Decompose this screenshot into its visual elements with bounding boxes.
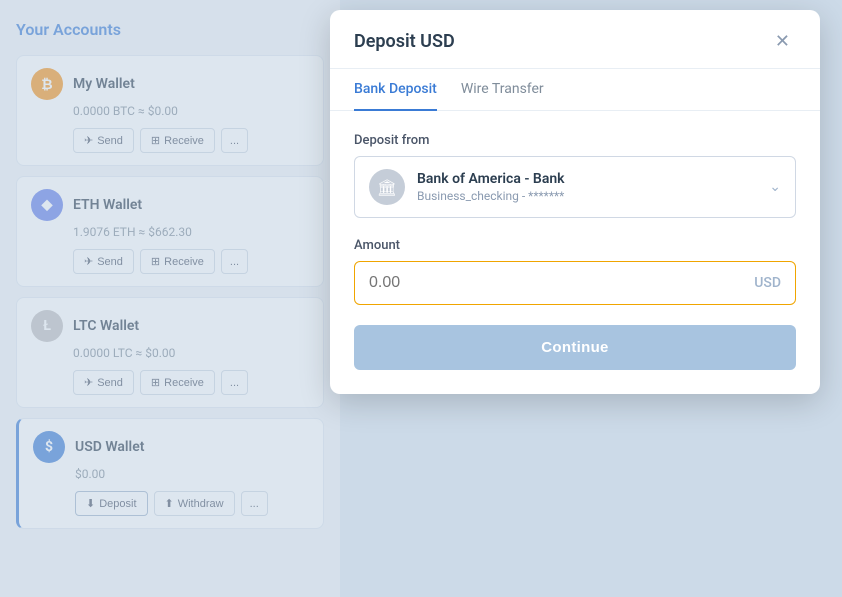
deposit-from-label: Deposit from [354, 133, 796, 148]
modal-close-button[interactable]: ✕ [769, 30, 796, 52]
amount-field-wrapper: USD [354, 261, 796, 305]
tab-wire-transfer[interactable]: Wire Transfer [461, 69, 544, 111]
bank-details: Bank of America - Bank Business_checking… [417, 171, 565, 203]
deposit-from-selector[interactable]: 🏛 Bank of America - Bank Business_checki… [354, 156, 796, 218]
bank-name: Bank of America - Bank [417, 171, 565, 187]
modal-tabs: Bank Deposit Wire Transfer [330, 69, 820, 111]
modal-body: Deposit from 🏛 Bank of America - Bank Bu… [330, 111, 820, 394]
amount-label: Amount [354, 238, 796, 253]
bank-icon: 🏛 [369, 169, 405, 205]
amount-currency: USD [754, 275, 781, 291]
chevron-updown-icon: ⌄ [769, 179, 781, 195]
tab-bank-deposit[interactable]: Bank Deposit [354, 69, 437, 111]
bank-info: 🏛 Bank of America - Bank Business_checki… [369, 169, 565, 205]
amount-input[interactable] [369, 274, 754, 292]
bank-sub: Business_checking - ******* [417, 189, 565, 203]
modal-header: Deposit USD ✕ [330, 10, 820, 69]
continue-button[interactable]: Continue [354, 325, 796, 370]
deposit-modal: Deposit USD ✕ Bank Deposit Wire Transfer… [330, 10, 820, 394]
modal-title: Deposit USD [354, 31, 455, 52]
